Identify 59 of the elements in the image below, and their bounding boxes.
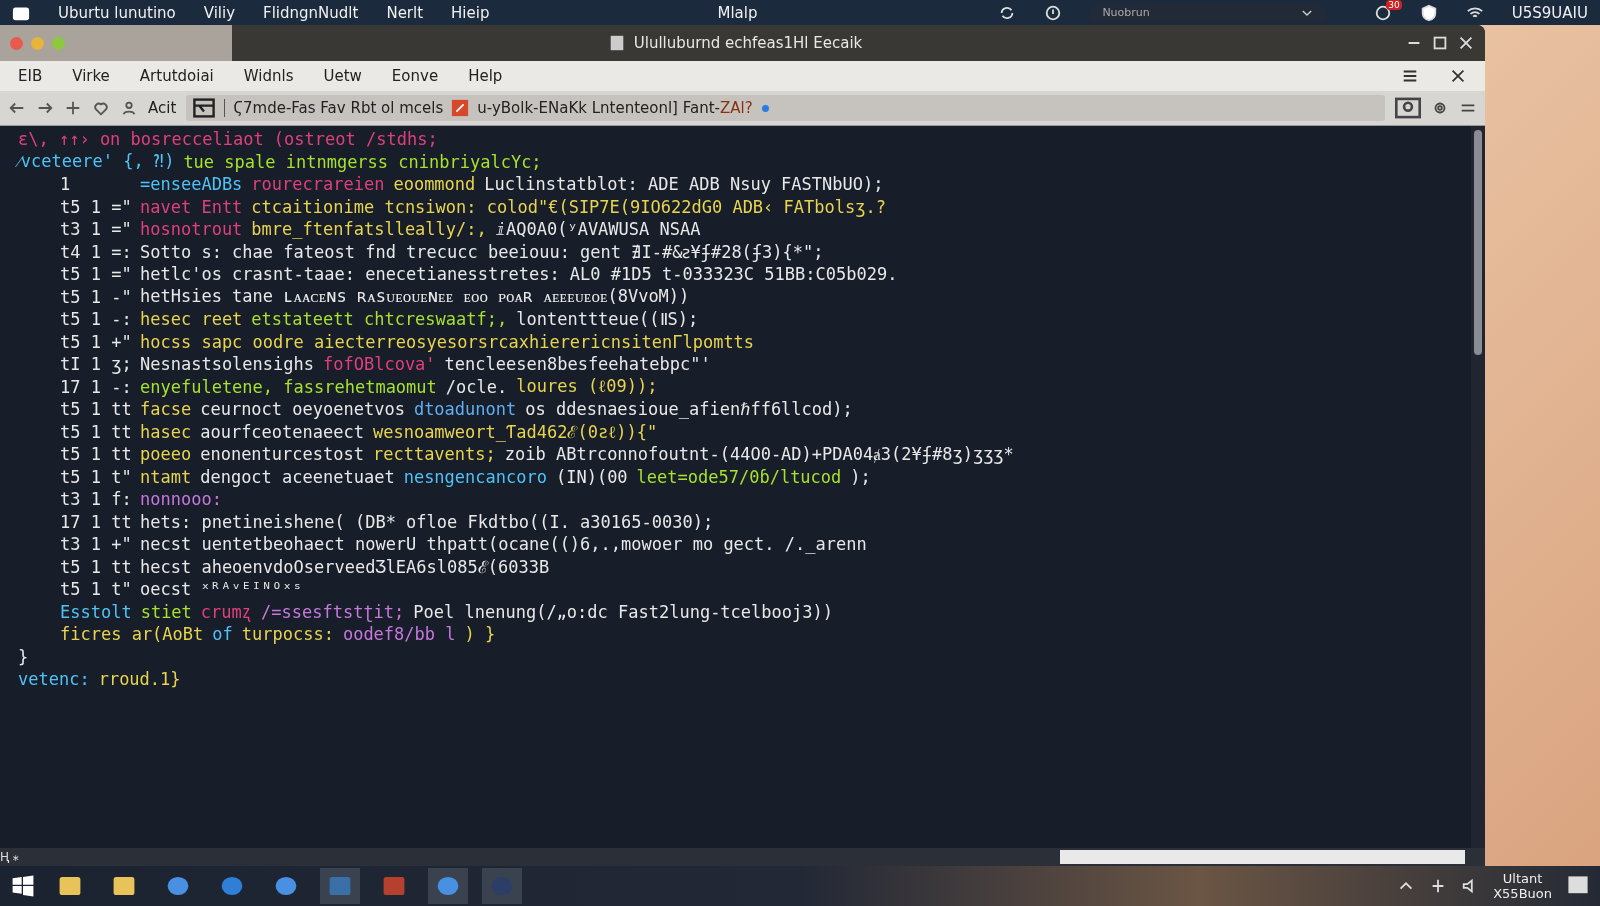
close-icon[interactable] [1449,67,1467,85]
code-line: } [17,645,30,668]
clock: U5S9UAIU [1511,3,1588,22]
window-icon [192,96,217,120]
code-line: t4 1 =: Sotto s: chae fateost fnd trecucc beeiouu: gent ∄I-#&ꙅ¥ʄ#28(ʄ3){*"; [59,240,825,263]
code-line: t5 1 =" hetlc'os crasnt-taae: enecetianesstretes: AL0 #1D5 t-033323C 51BB:C05b029. [59,263,899,286]
code-line: t5 1 -: hesec reet etstateett chtcreswaatf;, lontenttteue((ⅡS); [59,308,700,331]
code-line: ⁄vceteere' {, ⁈) tue spale intnmgerss cninbriyalcYc; [0,150,1471,173]
status-dot-icon [760,103,770,113]
menu-item[interactable]: Uetw [323,67,362,85]
menu-item[interactable]: Eonve [391,67,439,85]
windows-logo-icon[interactable] [10,873,36,899]
plus-icon[interactable] [64,99,82,117]
menu-item[interactable]: Hieip [451,3,490,22]
menu-item[interactable]: Nerlt [386,3,424,22]
code-line: t5 1 -" hetHsies tane ʟᴀᴀᴄᴇɴs ʀᴀsᴜᴇᴏᴜᴇɴᴇᴇ ᴇᴏᴏ ᴘᴏᴀʀ ᴀᴇᴇᴇᴜᴇᴏᴇ(8VvoM)) [59,285,691,308]
maximize-icon[interactable] [1431,34,1449,52]
taskbar-clock: Ultant X55Buon [1493,871,1552,901]
tab-label[interactable]: Ϛ7mde-Fas Fav Rbt ol mcels [224,99,444,117]
toolbar-button[interactable]: Acit [148,99,177,117]
code-line: t5 1 tt hasec aourfceotenaeect wesnoamweort_Ƭad462ℰ(0ƨℓ)){" [59,420,659,443]
address-text[interactable]: u-yBolk-ENaKk Lntenteonl] Fant-ZAl? [477,99,753,117]
status-text: Ⱨ ⁎ [0,850,19,864]
code-line: t5 1 +" hocss sapc oodre aiecterreosyesorsrcaxhierericnsitenΓlpomtts [59,330,756,353]
menu-item[interactable]: Virke [72,67,110,85]
menu-item[interactable]: EIB [18,67,43,85]
code-line: tI 1 ʒ; Nesnastsolensighs fofOBlcova' tenclеesen8besfeehatebpc"' [59,353,712,376]
code-line: vetenc: rroud.1} [17,668,182,691]
menu-item[interactable]: Widnls [243,67,294,85]
menu-item[interactable]: Viliy [203,3,236,22]
menu-item[interactable]: Uburtu lunutino [58,3,176,22]
notification-badge: 30 [1386,0,1402,10]
code-line: t3 1 +" necst uentetbeohaect nowerU thpatt(ocane(()6,.,mowoer mo gect. /._arenn [59,533,868,556]
code-line: t3 1 =" hosnotrout bmre_ftenfatslleally/:, ⅈAQ0A0(ʸAVAWUSA NSAA [59,218,702,241]
vertical-scrollbar[interactable] [1471,126,1485,848]
close-icon[interactable] [1457,34,1475,52]
horizontal-scrollbar[interactable] [1060,850,1465,864]
code-line: t3 1 f: nonnooo: [59,488,223,511]
menu-item[interactable]: FlidngnNudlt [263,3,359,22]
code-line: t5 1 t" oecst ˣᴿᴬᵛᴱᴵᴺᴼˣˢ [59,578,304,601]
code-line: t5 1 tt hecst aheoenvdoOserveedƷlEA6sl085ℰ(6033B [59,555,551,578]
code-line: Esstolt stiet crumʐ /=ssesftstʈit; Poel lnenung(/„o:dc Fast2lung-tcelbooj3)) [59,600,834,623]
code-line: t5 1 =" navet Entt ctcaitionime tcnsiwon: colod"€(SIP7E(9IO622dG0 ADB‹ FATbolsʒ.? [59,195,887,218]
account-field[interactable]: Nuobrun [1090,3,1326,22]
code-line: ficres ar(AoBt of turpocss: oodef8/bb l ) } [59,623,497,646]
window-title: Ululluburnd echfeas1Hl Eecaik [633,34,863,52]
code-line: 17 1 tt hets: pnetineishene( (DB* ofloe Fkdtbo((I. a30165-0030); [59,510,715,533]
code-line: ɛ\, ↑↑› on bosrecceliaot (ostreot /stdhs; [17,128,439,151]
code-line: 17 1 -: enyefuletene, fassrehetmaomut /ocle. loures (ℓ09)); [59,375,659,398]
menu-item[interactable]: Artutdoiai [139,67,214,85]
shield-icon [1419,3,1438,22]
app-title: Mlalp [717,3,758,22]
code-line: t5 1 tt poeeo enonenturcestost recttavents; zoib ABtrconnofoutnt-(44O0-AD)+PDA04ⱥ3(2¥ʄ#8ʒ)ʒʒʒ* [59,443,1015,466]
person-icon[interactable] [120,99,138,117]
menu-item[interactable]: Help [468,67,503,85]
code-line: 1 =enseeADBs rourecrareien eoommond Luclinstatblot: ADE ADB Nsuy FASTNbUO); [59,173,885,196]
code-line: t5 1 tt facse ceurnoct oeyoenetvos dtoadunont os ddesnaesioue_afienℏff6llcod); [59,398,854,421]
info-icon[interactable] [1044,3,1063,22]
code-line: t5 1 t" ntamt dengoct aceenetuaet nesngencancoro (IN)(00 leet=ode57/0ɓ/ltucod ); [59,465,872,488]
